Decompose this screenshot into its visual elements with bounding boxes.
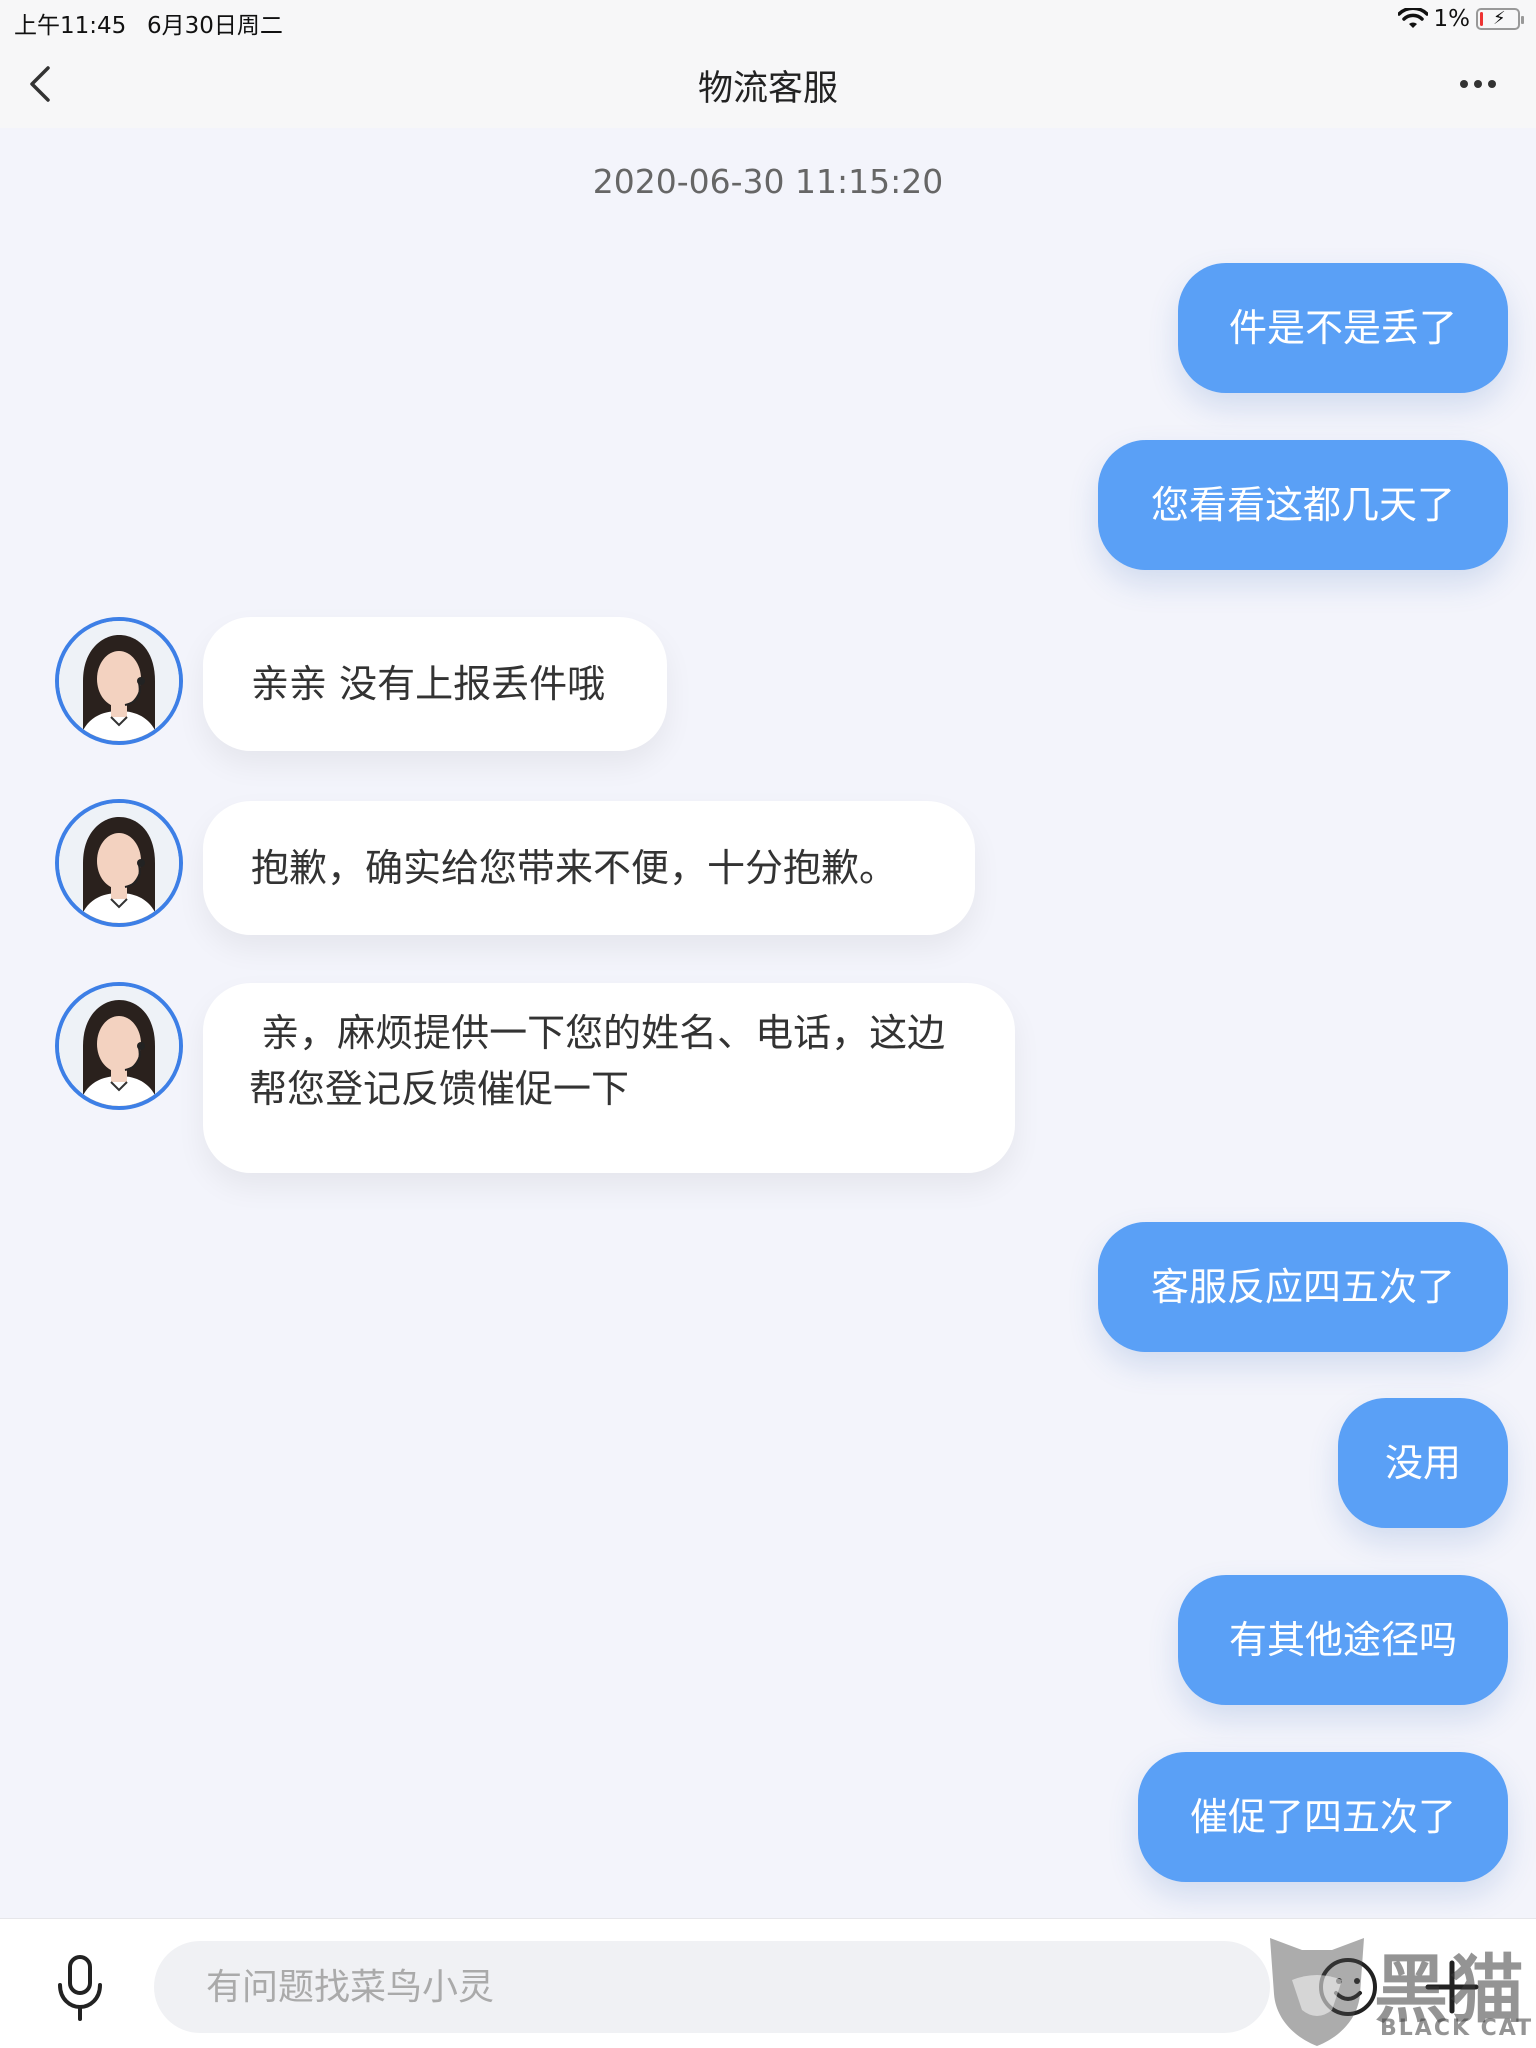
- message-bubble-received[interactable]: 亲亲 没有上报丢件哦: [203, 617, 667, 751]
- voice-button[interactable]: [50, 1953, 110, 2023]
- status-indicators: 1% ⚡: [1397, 6, 1524, 32]
- more-button[interactable]: [1452, 64, 1512, 104]
- message-text: 没用: [1384, 1441, 1461, 1485]
- message-input[interactable]: [154, 1941, 1270, 2033]
- message-bubble-sent[interactable]: 件是不是丢了: [1178, 263, 1508, 393]
- message-bubble-sent[interactable]: 客服反应四五次了: [1098, 1222, 1508, 1352]
- battery-percent: 1%: [1433, 6, 1471, 32]
- status-time: 上午11:45: [14, 13, 127, 39]
- message-bubble-sent[interactable]: 有其他途径吗: [1178, 1575, 1508, 1705]
- microphone-icon: [58, 1955, 102, 2021]
- status-bar: 上午11:45 6月30日周二 1% ⚡: [0, 0, 1536, 40]
- message-bubble-sent[interactable]: 没用: [1338, 1398, 1508, 1528]
- watermark-en: BLACK CAT: [1380, 2016, 1534, 2041]
- agent-avatar[interactable]: [55, 617, 183, 745]
- message-text: 客服反应四五次了: [1150, 1265, 1455, 1309]
- agent-avatar[interactable]: [55, 799, 183, 927]
- cat-shield-icon: [1270, 1938, 1364, 2046]
- message-text: 催促了四五次了: [1189, 1795, 1456, 1839]
- nav-bar: 物流客服: [0, 40, 1536, 128]
- watermark: 黑猫 BLACK CAT: [1262, 1930, 1536, 2048]
- message-text: 亲亲 没有上报丢件哦: [251, 662, 606, 706]
- wifi-icon: [1397, 8, 1428, 28]
- message-text: 有其他途径吗: [1228, 1618, 1457, 1662]
- agent-avatar-icon: [59, 803, 179, 923]
- more-dots-icon: [1460, 80, 1496, 88]
- message-text: 件是不是丢了: [1228, 306, 1457, 350]
- battery-icon: ⚡: [1476, 8, 1524, 30]
- message-text: 您看看这都几天了: [1150, 483, 1455, 527]
- message-bubble-received[interactable]: 亲，麻烦提供一下您的姓名、电话，这边帮您登记反馈催促一下: [203, 983, 1015, 1173]
- agent-avatar[interactable]: [55, 982, 183, 1110]
- agent-avatar-icon: [59, 986, 179, 1106]
- message-bubble-received[interactable]: 抱歉，确实给您带来不便，十分抱歉。: [203, 801, 975, 935]
- message-text: 亲，麻烦提供一下您的姓名、电话，这边帮您登记反馈催促一下: [249, 1011, 946, 1111]
- status-date: 6月30日周二: [147, 13, 283, 39]
- message-text: 抱歉，确实给您带来不便，十分抱歉。: [251, 846, 898, 890]
- agent-avatar-icon: [59, 621, 179, 741]
- page-title: 物流客服: [697, 69, 838, 109]
- message-bubble-sent[interactable]: 催促了四五次了: [1138, 1752, 1508, 1882]
- chat-timestamp: 2020-06-30 11:15:20: [592, 162, 944, 201]
- message-bubble-sent[interactable]: 您看看这都几天了: [1098, 440, 1508, 570]
